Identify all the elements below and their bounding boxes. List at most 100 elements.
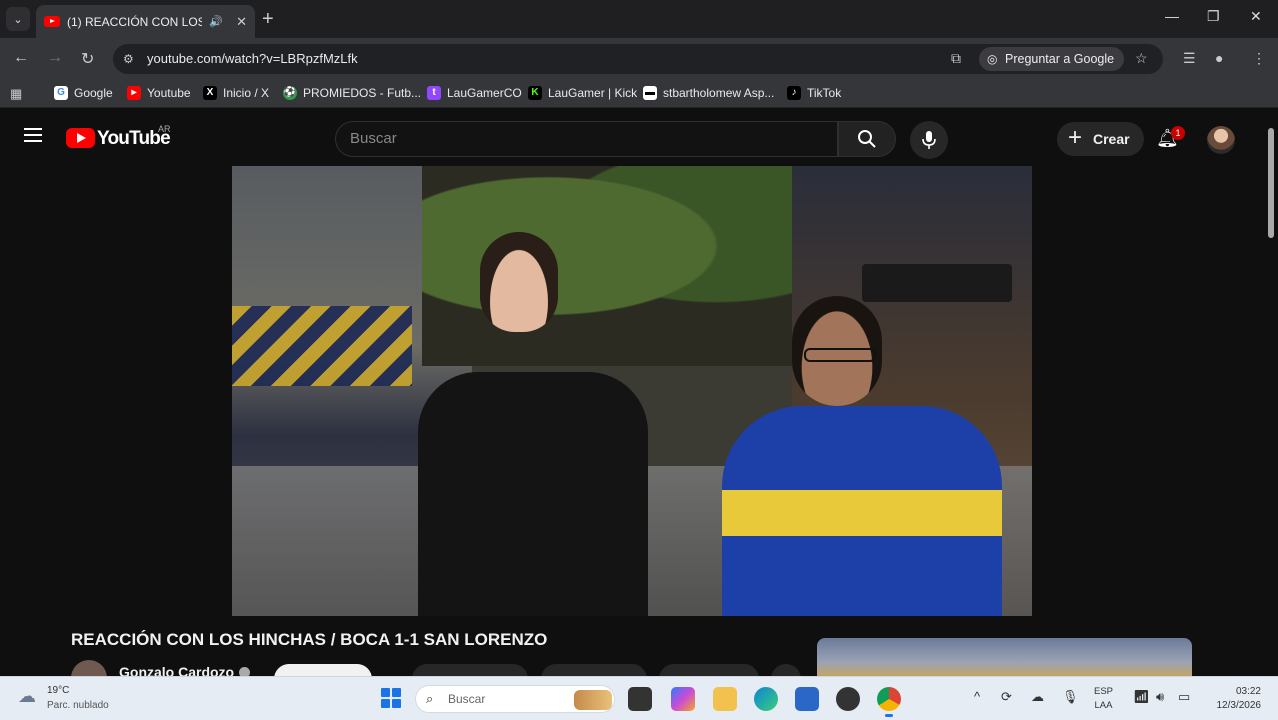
weather-temperature[interactable]: 19°C [47,685,69,696]
bookmark-label: stbartholomew Asp... [663,86,775,100]
video-title: REACCIÓN CON LOS HINCHAS / BOCA 1-1 SAN … [71,630,548,649]
close-tab-icon[interactable]: ✕ [236,14,247,30]
battery-icon[interactable]: ▭ [1178,689,1190,705]
site-icon: ▬ [643,86,657,100]
interviewer-head [480,232,558,332]
file-explorer-icon[interactable] [713,687,737,711]
user-avatar[interactable] [1207,126,1235,154]
bookmark-twitch[interactable]: t LauGamerCO [427,86,522,100]
close-window-button[interactable]: ✕ [1250,8,1262,25]
google-icon: G [54,86,68,100]
forward-button[interactable]: → [47,49,63,67]
bookmark-youtube[interactable]: ▸ Youtube [127,86,191,100]
page-scrollbar[interactable] [1268,128,1274,238]
bookmark-kick[interactable]: K LauGamer | Kick [528,86,637,100]
country-code: AR [158,124,171,134]
site-info-icon[interactable]: ⚙ [123,52,134,66]
bookmark-label: LauGamerCO [447,86,522,100]
new-tab-button[interactable]: + [262,8,274,31]
minimize-button[interactable]: — [1165,8,1179,24]
bookmark-label: LauGamer | Kick [548,86,638,100]
interviewer-shirt [418,372,648,616]
promiedos-icon: ⚽ [283,86,297,100]
url-text[interactable]: youtube.com/watch?v=LBRpzfMzLfk [147,51,358,66]
bookmark-tiktok[interactable]: ♪ TikTok [787,86,841,100]
create-button[interactable]: + Crear [1057,122,1144,156]
microsoft-store-icon[interactable] [795,687,819,711]
tab-title: (1) REACCIÓN CON LOS HI [67,14,203,29]
install-app-icon[interactable]: ⧉ [951,50,961,67]
extension-icon[interactable]: ● [1215,50,1223,66]
task-view-icon[interactable] [628,687,652,711]
edge-icon[interactable] [754,687,778,711]
volume-icon[interactable]: 🔊︎ [1156,689,1164,705]
weather-cloud-icon[interactable]: ☁ [18,686,36,707]
fan-in-boca-jersey [712,296,1012,616]
youtube-logo-icon[interactable] [66,128,95,148]
stadium-wall-mural [232,306,412,386]
reload-button[interactable]: ↻ [81,49,94,69]
boca-jersey [722,406,1002,616]
tab-youtube[interactable]: (1) REACCIÓN CON LOS HI 🔊 ✕ [36,5,255,38]
kick-icon: K [528,86,542,100]
fan-glasses [804,348,876,362]
browser-toolbar: ← → ↻ ⚙ youtube.com/watch?v=LBRpzfMzLfk … [0,38,1278,80]
search-button[interactable] [838,121,896,157]
bookmark-google[interactable]: G Google [54,86,113,100]
bookmark-star-icon[interactable]: ☆ [1135,50,1148,67]
app-icon[interactable] [836,687,860,711]
chrome-icon[interactable] [877,687,901,717]
bookmark-stbartholomew[interactable]: ▬ stbartholomew Asp... [643,86,774,100]
twitch-icon: t [427,86,441,100]
menu-icon[interactable]: ⋮ [1252,50,1266,67]
youtube-header: YouTube AR + Crear 🔔︎ 1 [0,108,1278,166]
cloud-icon[interactable]: ☁ [1031,689,1044,705]
bookmark-label: PROMIEDOS - Futb... [303,86,422,100]
address-bar[interactable]: ⚙ youtube.com/watch?v=LBRpzfMzLfk ⧉ ◎ Pr… [113,44,1163,74]
taskbar-search[interactable]: ⌕ [415,685,615,713]
bookmark-promiedos[interactable]: ⚽ PROMIEDOS - Futb... [283,86,421,100]
wifi-icon[interactable]: 📶︎ [1133,689,1150,705]
search-icon [858,130,876,148]
google-lens-icon: ◎ [987,52,998,66]
related-video-thumbnail[interactable] [817,638,1192,678]
ask-google-button[interactable]: ◎ Preguntar a Google [979,47,1125,71]
weather-description[interactable]: Parc. nublado [47,700,109,711]
clock-time: 03:22 [1235,686,1261,697]
copilot-icon[interactable] [671,687,695,711]
clock-date: 12/3/2026 [1216,700,1262,711]
windows-taskbar: ☁ 19°C Parc. nublado ⌕ ^ ⟳ ☁ 🎙︎ ESP LAA … [0,676,1278,720]
notification-badge: 1 [1171,126,1185,140]
voice-search-button[interactable] [910,121,948,159]
bookmark-x[interactable]: X Inicio / X [203,86,269,100]
search-box[interactable] [335,121,838,157]
clock[interactable]: 03:22 12/3/2026 [1206,685,1262,713]
windows-start-icon[interactable] [381,688,401,708]
search-icon: ⌕ [426,691,434,706]
show-hidden-icons-chevron-icon[interactable]: ^ [974,689,980,704]
microphone-icon [922,131,936,149]
youtube-favicon-icon [44,16,60,27]
search-input[interactable] [350,130,810,147]
search-highlight-image [574,690,612,710]
tab-search-button[interactable]: ⌄ [6,7,30,31]
bookmark-label: Inicio / X [223,86,270,100]
interviewer [418,232,648,616]
input-language[interactable]: ESP LAA [1094,685,1113,713]
apps-grid-icon[interactable]: ▦ [10,86,22,102]
plus-icon: + [1068,124,1083,151]
speaker-icon[interactable]: 🔊 [209,15,223,28]
hamburger-menu-icon[interactable] [24,128,42,142]
bookmark-label: Youtube [147,86,191,100]
bookmarks-bar: ▦ G Google ▸ Youtube X Inicio / X ⚽ PROM… [0,80,1278,108]
create-label: Crear [1093,131,1130,147]
microphone-tray-icon[interactable]: 🎙︎ [1062,689,1079,705]
video-player[interactable] [232,166,1032,616]
restore-button[interactable]: ❐ [1207,8,1220,25]
bookmark-label: Google [74,86,113,100]
back-button[interactable]: ← [13,49,29,67]
taskbar-search-input[interactable] [448,692,578,706]
language-code: ESP [1094,686,1114,697]
sync-icon[interactable]: ⟳ [1001,689,1012,705]
reading-list-icon[interactable]: ☰ [1183,50,1196,67]
